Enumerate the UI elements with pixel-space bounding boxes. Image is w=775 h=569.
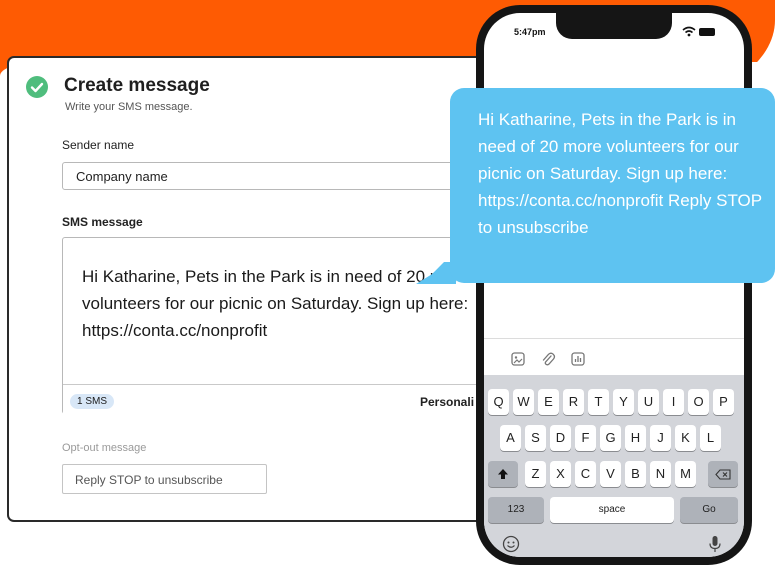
battery-icon — [699, 28, 715, 36]
status-icons — [682, 26, 722, 38]
key-j[interactable]: J — [650, 425, 671, 451]
shift-icon — [498, 469, 508, 479]
message-bubble-text: Hi Katharine, Pets in the Park is in nee… — [478, 110, 762, 237]
compose-divider — [484, 338, 744, 339]
page-subtitle: Write your SMS message. — [65, 101, 193, 113]
key-c[interactable]: C — [575, 461, 596, 487]
wifi-icon — [682, 26, 696, 37]
opt-out-input[interactable]: Reply STOP to unsubscribe — [62, 464, 267, 494]
poll-icon[interactable] — [570, 351, 586, 367]
key-p[interactable]: P — [713, 389, 734, 415]
numbers-key[interactable]: 123 — [488, 497, 544, 523]
check-circle-icon — [26, 76, 48, 98]
status-time: 5:47pm — [514, 27, 546, 37]
key-d[interactable]: D — [550, 425, 571, 451]
sender-name-label: Sender name — [62, 138, 135, 152]
key-g[interactable]: G — [600, 425, 621, 451]
key-b[interactable]: B — [625, 461, 646, 487]
key-q[interactable]: Q — [488, 389, 509, 415]
key-x[interactable]: X — [550, 461, 571, 487]
key-n[interactable]: N — [650, 461, 671, 487]
sms-message-label: SMS message — [62, 215, 143, 229]
space-key[interactable]: space — [550, 497, 674, 523]
key-t[interactable]: T — [588, 389, 609, 415]
key-v[interactable]: V — [600, 461, 621, 487]
key-m[interactable]: M — [675, 461, 696, 487]
key-k[interactable]: K — [675, 425, 696, 451]
key-z[interactable]: Z — [525, 461, 546, 487]
image-icon[interactable] — [510, 351, 526, 367]
key-i[interactable]: I — [663, 389, 684, 415]
emoji-icon[interactable] — [502, 535, 520, 553]
key-h[interactable]: H — [625, 425, 646, 451]
phone-notch — [556, 13, 672, 39]
message-bubble: Hi Katharine, Pets in the Park is in nee… — [450, 88, 775, 283]
key-s[interactable]: S — [525, 425, 546, 451]
key-u[interactable]: U — [638, 389, 659, 415]
shift-key[interactable] — [488, 461, 518, 487]
sms-count-badge: 1 SMS — [70, 394, 115, 409]
key-l[interactable]: L — [700, 425, 721, 451]
key-o[interactable]: O — [688, 389, 709, 415]
backspace-icon — [715, 469, 731, 480]
personalize-button[interactable]: Personali — [420, 395, 474, 409]
key-w[interactable]: W — [513, 389, 534, 415]
go-key[interactable]: Go — [680, 497, 738, 523]
key-e[interactable]: E — [538, 389, 559, 415]
key-r[interactable]: R — [563, 389, 584, 415]
page-title: Create message — [64, 75, 210, 96]
microphone-icon[interactable] — [708, 535, 722, 553]
opt-out-label: Opt-out message — [62, 442, 147, 454]
backspace-key[interactable] — [708, 461, 738, 487]
key-y[interactable]: Y — [613, 389, 634, 415]
sms-message-footer: 1 SMS Personali — [63, 384, 525, 414]
create-message-card: Create message Write your SMS message. S… — [7, 56, 527, 522]
attachment-icon[interactable] — [540, 351, 556, 367]
key-a[interactable]: A — [500, 425, 521, 451]
key-f[interactable]: F — [575, 425, 596, 451]
on-screen-keyboard: Q W E R T Y U I O P A S D F G H J K L Z … — [484, 375, 744, 557]
